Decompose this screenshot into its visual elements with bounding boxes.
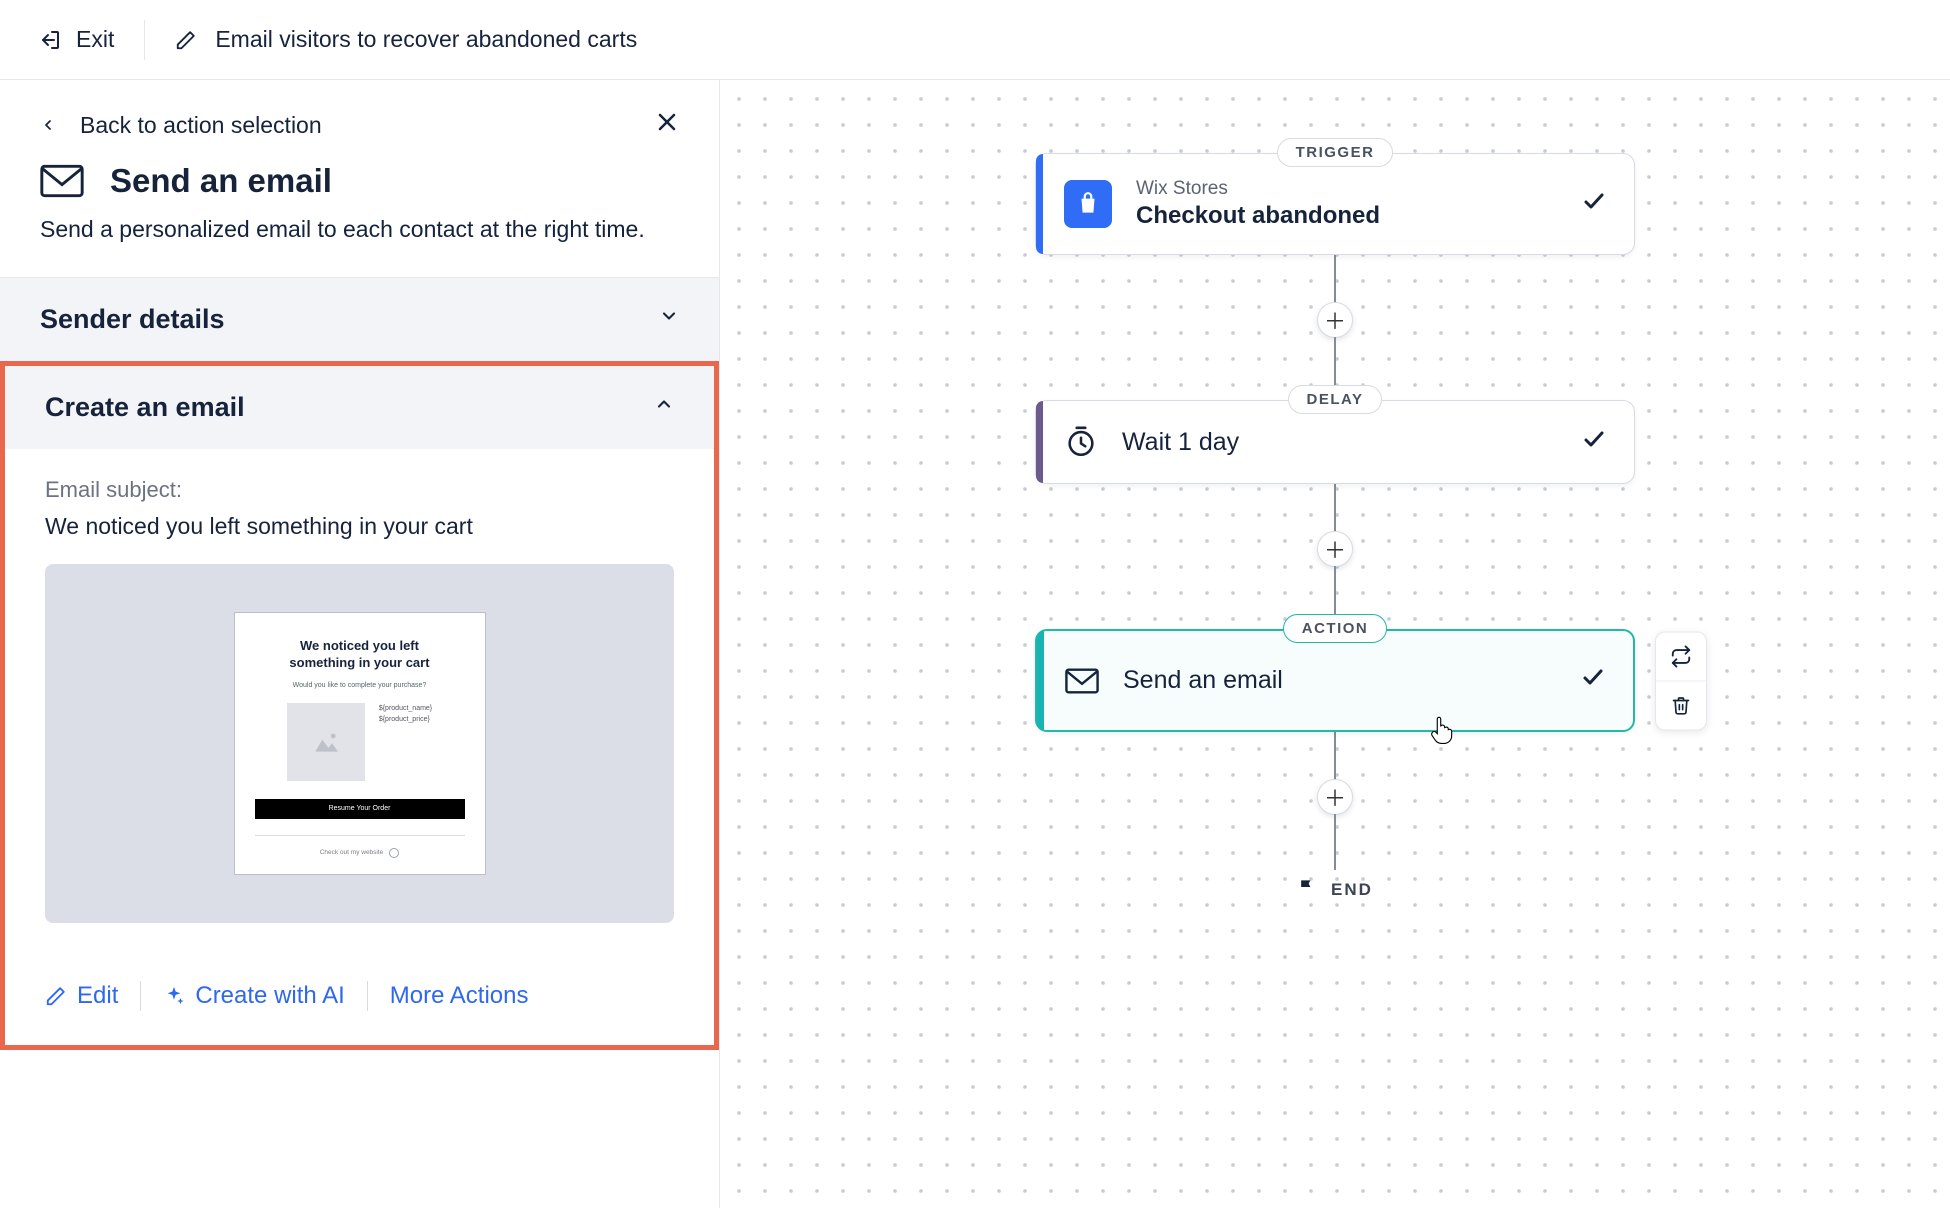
preview-subtext: Would you like to complete your purchase… [293, 682, 427, 689]
flow-column: TRIGGER Wix Stores Checkout abandoned ＋ … [1025, 138, 1645, 904]
close-icon [655, 110, 679, 134]
preview-heading: We noticed you left something in your ca… [289, 637, 429, 672]
more-actions-button[interactable]: More Actions [390, 982, 529, 1010]
delete-action-button[interactable] [1656, 681, 1706, 729]
actions-separator-2 [367, 981, 368, 1011]
create-with-ai-label: Create with AI [195, 982, 344, 1010]
sidebar-title-row: Send an email [0, 162, 719, 212]
add-step-button-2[interactable]: ＋ [1317, 531, 1353, 567]
trash-icon [1671, 694, 1691, 716]
node-trigger-title: Checkout abandoned [1136, 202, 1380, 230]
exit-icon [38, 28, 62, 52]
sidebar-title: Send an email [110, 162, 332, 200]
preview-product-row: ${product_name} ${product_price} [249, 703, 471, 781]
swap-icon [1670, 645, 1692, 667]
more-actions-label: More Actions [390, 982, 529, 1010]
main-area: Back to action selection Send an email S… [0, 80, 1950, 1208]
topbar-separator [144, 20, 145, 60]
replace-action-button[interactable] [1656, 632, 1706, 680]
chevron-left-icon [40, 113, 56, 137]
automation-title: Email visitors to recover abandoned cart… [215, 26, 637, 53]
section-sender-details: Sender details [0, 277, 719, 361]
sidebar: Back to action selection Send an email S… [0, 80, 720, 1208]
flow-end: END [1297, 876, 1373, 904]
sidebar-header: Back to action selection [0, 80, 719, 162]
chevron-down-icon [659, 306, 679, 332]
actions-separator-1 [140, 981, 141, 1011]
node-accent [1037, 631, 1044, 730]
section-sender-title: Sender details [40, 304, 225, 335]
edit-label: Edit [77, 982, 118, 1010]
node-accent [1036, 154, 1043, 254]
badge-action: ACTION [1283, 614, 1388, 643]
image-placeholder-icon [287, 703, 365, 781]
node-trigger-sup: Wix Stores [1136, 178, 1380, 200]
exit-button[interactable]: Exit [38, 26, 114, 53]
connector [1334, 484, 1336, 532]
flag-icon [1297, 876, 1317, 904]
section-sender-header[interactable]: Sender details [0, 278, 719, 361]
preview-footer-text: Check out my website [320, 849, 384, 856]
exit-label: Exit [76, 26, 114, 53]
node-action[interactable]: Send an email [1035, 629, 1635, 732]
top-bar: Exit Email visitors to recover abandoned… [0, 0, 1950, 80]
connector [1334, 732, 1336, 780]
edit-button[interactable]: Edit [45, 982, 118, 1010]
node-side-tools [1655, 631, 1707, 730]
connector [1334, 566, 1336, 614]
pencil-icon [175, 29, 197, 51]
close-panel-button[interactable] [655, 110, 679, 140]
add-step-button-1[interactable]: ＋ [1317, 302, 1353, 338]
add-step-button-3[interactable]: ＋ [1317, 779, 1353, 815]
back-button[interactable]: Back to action selection [40, 112, 322, 139]
section-create-header[interactable]: Create an email [5, 366, 714, 449]
preview-cta-button: Resume Your Order [255, 799, 465, 819]
email-icon [1065, 668, 1099, 694]
section-create-email: Create an email Email subject: We notice… [5, 366, 714, 1045]
preview-product-meta: ${product_name} ${product_price} [379, 703, 432, 725]
connector [1334, 337, 1336, 385]
node-action-title: Send an email [1123, 666, 1283, 695]
automation-title-group[interactable]: Email visitors to recover abandoned cart… [175, 26, 637, 53]
pointer-cursor-icon [1429, 715, 1455, 745]
back-label: Back to action selection [80, 112, 322, 139]
section-create-email-highlight: Create an email Email subject: We notice… [0, 361, 719, 1050]
connector [1334, 814, 1336, 870]
email-preview-frame: We noticed you left something in your ca… [234, 612, 486, 875]
pencil-icon [45, 985, 67, 1007]
connector [1334, 255, 1336, 303]
flow-end-label: END [1331, 880, 1373, 900]
preview-heading-line2: something in your cart [289, 655, 429, 670]
flow-canvas[interactable]: TRIGGER Wix Stores Checkout abandoned ＋ … [720, 80, 1950, 1208]
check-icon [1582, 189, 1606, 220]
badge-trigger: TRIGGER [1277, 138, 1394, 167]
node-trigger-text: Wix Stores Checkout abandoned [1136, 178, 1380, 230]
check-icon [1582, 427, 1606, 458]
email-subject-label: Email subject: [45, 477, 674, 503]
sparkle-icon [163, 985, 185, 1007]
stores-icon [1064, 180, 1112, 228]
email-preview-card[interactable]: We noticed you left something in your ca… [45, 564, 674, 923]
email-icon [40, 164, 84, 198]
clock-icon [1064, 425, 1098, 459]
create-with-ai-button[interactable]: Create with AI [163, 982, 344, 1010]
badge-delay: DELAY [1288, 385, 1383, 414]
preview-footer: Check out my website [320, 848, 400, 858]
chevron-up-icon [654, 394, 674, 420]
preview-footer-icon [389, 848, 399, 858]
section-create-body: Email subject: We noticed you left somet… [5, 449, 714, 953]
check-icon [1581, 665, 1605, 696]
preview-meta-price: ${product_price} [379, 714, 432, 725]
section-create-title: Create an email [45, 392, 245, 423]
create-actions-row: Edit Create with AI More Actions [5, 953, 714, 1045]
node-delay-title: Wait 1 day [1122, 428, 1239, 457]
email-subject-value: We noticed you left something in your ca… [45, 513, 674, 540]
preview-meta-name: ${product_name} [379, 703, 432, 714]
preview-divider [255, 835, 465, 836]
preview-heading-line1: We noticed you left [300, 638, 419, 653]
node-accent [1036, 401, 1043, 483]
sidebar-description: Send a personalized email to each contac… [0, 212, 719, 277]
node-trigger[interactable]: Wix Stores Checkout abandoned [1035, 153, 1635, 255]
